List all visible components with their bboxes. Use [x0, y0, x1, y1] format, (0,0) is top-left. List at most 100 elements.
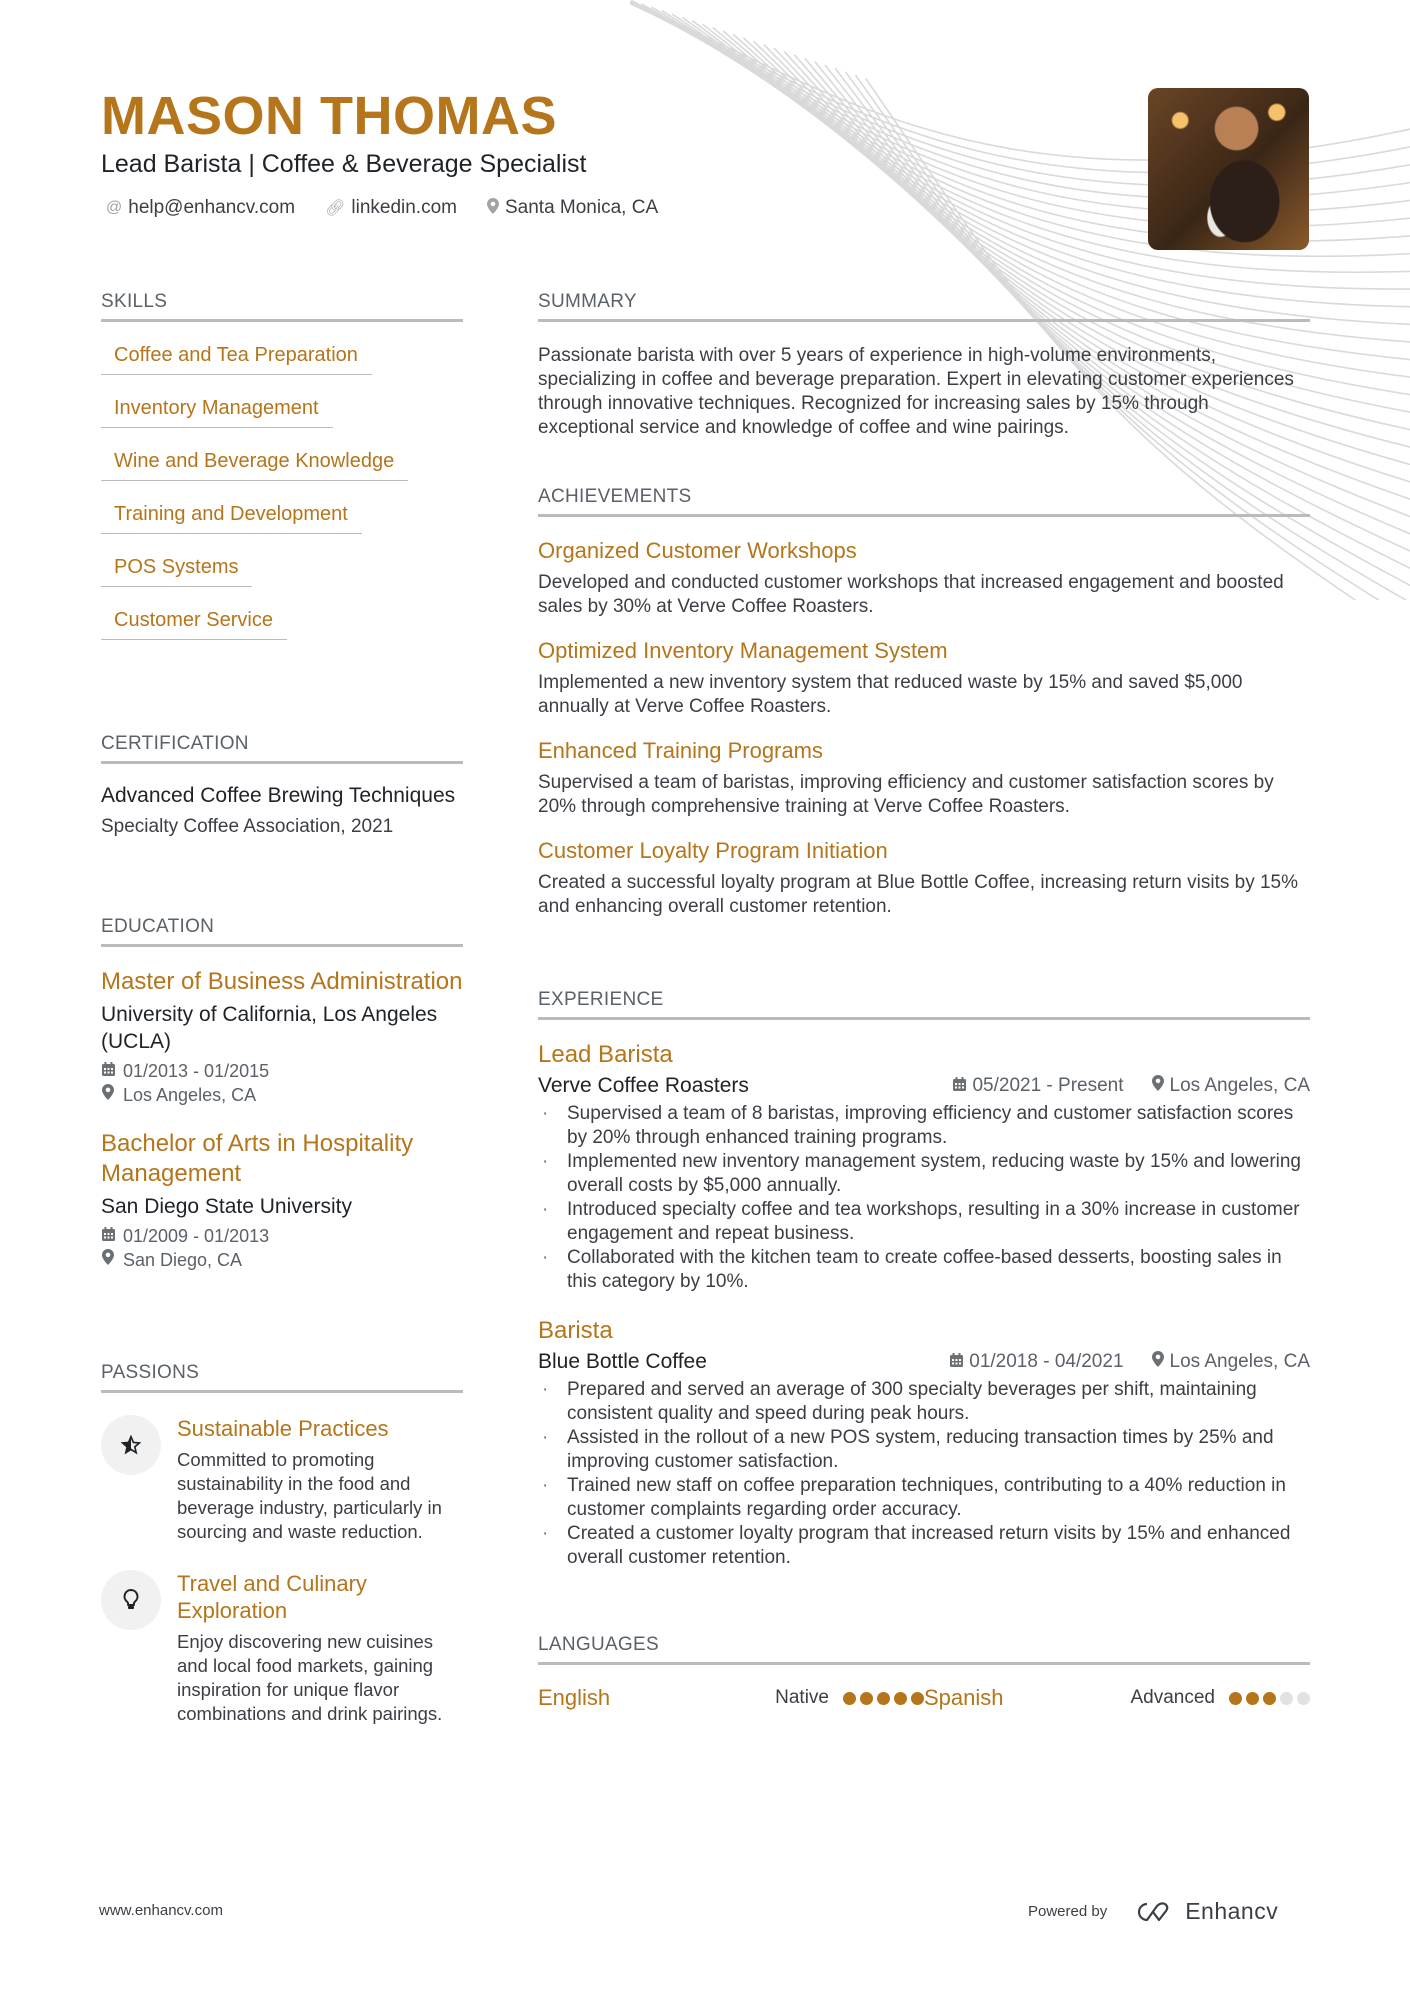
experience-list: Lead Barista Verve Coffee Roasters 05/2021…: [538, 1040, 1310, 1570]
calendar-icon: [101, 1224, 115, 1248]
linkedin-text: linkedin.com: [351, 197, 457, 218]
school-name: San Diego State University: [101, 1195, 352, 1218]
degree-title: Bachelor of Arts in Hospitality Manageme…: [101, 1130, 414, 1187]
language-name: English: [538, 1685, 611, 1710]
skills-heading: SKILLS: [101, 291, 463, 322]
achievement-item: Optimized Inventory Management System Imp…: [538, 637, 1310, 719]
achievement-description: Supervised a team of baristas, improving…: [538, 772, 1274, 817]
skills-section: SKILLS Coffee and Tea Preparation Invento…: [101, 291, 463, 640]
location-pin-icon: [101, 1248, 115, 1272]
job-meta: 01/2018 - 04/2021 Los Angeles, CA: [950, 1351, 1310, 1373]
passion-description: Enjoy discovering new cuisines and local…: [177, 1631, 443, 1724]
lightbulb-icon: [101, 1570, 161, 1630]
footer-website-link[interactable]: www.enhancv.com: [99, 1902, 223, 1919]
achievement-item: Organized Customer Workshops Developed an…: [538, 537, 1310, 619]
language-name: Spanish: [924, 1685, 1004, 1710]
job-location: Los Angeles, CA: [1151, 1351, 1310, 1373]
education-dates: 01/2013 - 01/2015: [101, 1059, 463, 1083]
passion-title: Travel and Culinary Exploration: [177, 1571, 367, 1623]
certification-section: CERTIFICATION Advanced Coffee Brewing Te…: [101, 733, 463, 838]
link-icon: 🔗︎: [325, 200, 346, 217]
rating-dot: [1297, 1691, 1310, 1705]
job-details-row: Blue Bottle Coffee 01/2018 - 04/2021 Los A…: [538, 1350, 1310, 1374]
language-level: Advanced: [1130, 1687, 1215, 1708]
language-rating: [1229, 1691, 1310, 1705]
skill-tag: Inventory Management: [101, 397, 333, 428]
achievement-description: Developed and conducted customer worksho…: [538, 572, 1284, 617]
bullet-item: Supervised a team of 8 baristas, improvi…: [538, 1102, 1310, 1150]
job-dates: 01/2018 - 04/2021: [950, 1351, 1124, 1373]
candidate-title: Lead Barista | Coffee & Beverage Special…: [101, 150, 587, 178]
summary-heading: SUMMARY: [538, 291, 1310, 322]
skill-tag: Customer Service: [101, 609, 287, 640]
location-contact: Santa Monica, CA: [486, 197, 659, 219]
passions-section: PASSIONS Sustainable Practices Committed …: [101, 1362, 463, 1726]
at-icon: @: [106, 199, 123, 216]
location-text: Santa Monica, CA: [504, 197, 659, 218]
passion-title: Sustainable Practices: [177, 1416, 389, 1441]
achievements-section: ACHIEVEMENTS Organized Customer Workshop…: [538, 486, 1310, 919]
bullet-item: Created a customer loyalty program that …: [538, 1522, 1310, 1570]
languages-row: English Native Spanish Advanced: [538, 1685, 1310, 1711]
dates-text: 05/2021 - Present: [972, 1075, 1124, 1096]
location-pin-icon: [486, 197, 499, 219]
education-item: Master of Business Administration Univers…: [101, 967, 463, 1107]
email-contact[interactable]: @ help@enhancv.com: [106, 197, 295, 219]
bullet-item: Prepared and served an average of 300 sp…: [538, 1378, 1310, 1426]
star-icon: [101, 1415, 161, 1475]
achievement-description: Implemented a new inventory system that …: [538, 672, 1243, 717]
wave-line: [783, 50, 1410, 500]
education-location: Los Angeles, CA: [101, 1083, 463, 1107]
language-level: Native: [775, 1687, 829, 1708]
achievement-description: Created a successful loyalty program at …: [538, 872, 1299, 917]
profile-photo: [1148, 88, 1309, 250]
dates-text: 01/2018 - 04/2021: [969, 1351, 1124, 1372]
rating-dot: [877, 1691, 890, 1705]
school-name: University of California, Los Angeles (U…: [101, 1003, 438, 1053]
passion-content: Sustainable Practices Committed to promot…: [177, 1415, 463, 1544]
language-item: Spanish Advanced: [924, 1685, 1310, 1711]
passion-description: Committed to promoting sustainability in…: [177, 1449, 442, 1542]
summary-section: SUMMARY Passionate barista with over 5 y…: [538, 291, 1310, 440]
experience-item: Barista Blue Bottle Coffee 01/2018 - 04/20…: [538, 1316, 1310, 1570]
education-location: San Diego, CA: [101, 1248, 463, 1272]
job-location: Los Angeles, CA: [1151, 1075, 1310, 1097]
rating-dot: [1280, 1691, 1293, 1705]
passion-item: Travel and Culinary Exploration Enjoy dis…: [101, 1570, 463, 1726]
footer-branding: Powered by Enhancv: [1028, 1898, 1278, 1925]
languages-section: LANGUAGES English Native Spanish Advanced: [538, 1634, 1310, 1711]
education-heading: EDUCATION: [101, 916, 463, 947]
certification-title: Advanced Coffee Brewing Techniques: [101, 784, 456, 807]
job-title: Barista: [538, 1317, 613, 1344]
location-text: Los Angeles, CA: [1169, 1075, 1310, 1096]
enhancv-logo[interactable]: Enhancv: [1133, 1898, 1278, 1925]
brand-name: Enhancv: [1185, 1898, 1279, 1924]
job-bullets: Prepared and served an average of 300 sp…: [538, 1378, 1310, 1570]
linkedin-contact[interactable]: 🔗︎ linkedin.com: [325, 197, 457, 219]
skill-tag: Training and Development: [101, 503, 362, 534]
contact-info: @ help@enhancv.com 🔗︎ linkedin.com Santa…: [106, 197, 658, 219]
candidate-name: MASON THOMAS: [101, 86, 557, 146]
rating-dot: [911, 1691, 924, 1705]
passions-list: Sustainable Practices Committed to promot…: [101, 1415, 463, 1726]
dates-text: 01/2009 - 01/2013: [123, 1226, 270, 1246]
calendar-icon: [950, 1353, 964, 1371]
experience-item: Lead Barista Verve Coffee Roasters 05/2021…: [538, 1040, 1310, 1294]
job-dates: 05/2021 - Present: [953, 1075, 1124, 1097]
bullet-item: Assisted in the rollout of a new POS sys…: [538, 1426, 1310, 1474]
job-meta: 05/2021 - Present Los Angeles, CA: [953, 1075, 1310, 1097]
powered-by-label: Powered by: [1028, 1903, 1108, 1920]
rating-dot: [1263, 1691, 1276, 1705]
job-bullets: Supervised a team of 8 baristas, improvi…: [538, 1102, 1310, 1294]
bullet-item: Introduced specialty coffee and tea work…: [538, 1198, 1310, 1246]
location-pin-icon: [101, 1083, 115, 1107]
experience-heading: EXPERIENCE: [538, 989, 1310, 1020]
rating-dot: [843, 1691, 856, 1705]
company-name: Blue Bottle Coffee: [538, 1350, 707, 1373]
job-title: Lead Barista: [538, 1041, 673, 1068]
location-text: Los Angeles, CA: [123, 1085, 257, 1105]
company-name: Verve Coffee Roasters: [538, 1074, 749, 1097]
summary-text: Passionate barista with over 5 years of …: [538, 345, 1294, 438]
email-text: help@enhancv.com: [128, 197, 296, 218]
skill-tag: Wine and Beverage Knowledge: [101, 450, 409, 481]
